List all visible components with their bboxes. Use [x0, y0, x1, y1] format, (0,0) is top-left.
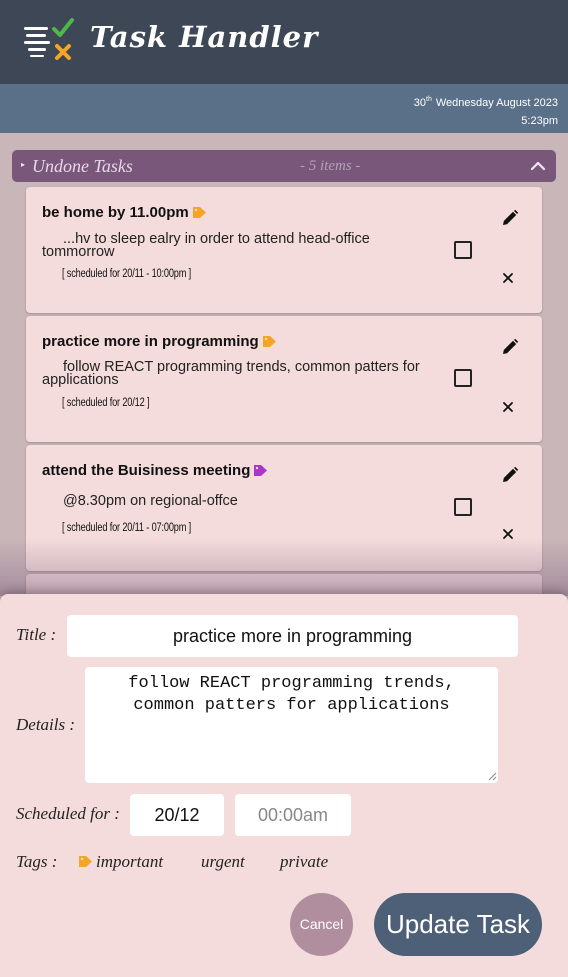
undone-tasks-section-header[interactable]: ▸ Undone Tasks - 5 items - [12, 150, 556, 182]
task-schedule: [ scheduled for 20/11 - 10:00pm ] [62, 268, 192, 280]
section-item-count: - 5 items - [300, 158, 361, 174]
close-icon[interactable] [501, 400, 515, 414]
tag-icon [254, 465, 268, 476]
task-card: practice more in programming follow REAC… [26, 316, 542, 442]
app-header: Task Handler [0, 0, 568, 84]
tag-icon [79, 856, 92, 867]
current-time: 5:23pm [521, 115, 558, 127]
tag-icon [262, 336, 276, 347]
task-title: practice more in programming [42, 333, 277, 350]
current-date: 30th Wednesday August 2023 [0, 91, 558, 112]
resize-handle-icon[interactable] [488, 772, 497, 781]
date-input[interactable]: 20/12 [130, 794, 224, 836]
task-schedule: [ scheduled for 20/11 - 07:00pm ] [62, 522, 192, 534]
title-input[interactable]: practice more in programming [67, 615, 518, 657]
details-textarea[interactable]: follow REACT programming trends, common … [85, 667, 498, 783]
task-done-checkbox[interactable] [454, 241, 472, 259]
task-title: be home by 11.00pm [42, 204, 207, 221]
date-text: Wednesday August 2023 [435, 97, 558, 109]
task-schedule: [ scheduled for 20/12 ] [62, 397, 150, 409]
tag-option-urgent[interactable]: urgent [201, 852, 245, 872]
section-bullet-icon: ▸ [21, 160, 26, 169]
tag-option-label: important [96, 852, 164, 871]
task-detail: @8.30pm on regional-offce [63, 493, 238, 509]
title-label: Title : [16, 625, 57, 644]
date-day: 30 [413, 97, 427, 109]
tag-icon [192, 207, 206, 218]
cancel-button[interactable]: Cancel [290, 893, 353, 956]
date-bar: 30th Wednesday August 2023 5:23pm [0, 84, 568, 133]
edit-pencil-icon[interactable] [501, 338, 519, 356]
task-logo-icon [24, 18, 74, 60]
chevron-up-icon[interactable] [528, 156, 548, 176]
task-done-checkbox[interactable] [454, 369, 472, 387]
task-card: attend the Buisiness meeting @8.30pm on … [26, 445, 542, 571]
edit-task-panel: Title : practice more in programming Det… [0, 594, 568, 977]
task-title-text: be home by 11.00pm [42, 204, 189, 221]
app-title: Task Handler [90, 20, 319, 54]
section-title: Undone Tasks [32, 156, 133, 176]
date-day-suffix: th [426, 96, 432, 103]
task-title: attend the Buisiness meeting [42, 462, 268, 479]
edit-pencil-icon[interactable] [501, 466, 519, 484]
tag-option-important[interactable]: important [78, 852, 163, 872]
tag-option-private[interactable]: private [280, 852, 328, 872]
edit-pencil-icon[interactable] [501, 209, 519, 227]
tags-label: Tags : [16, 852, 58, 871]
task-done-checkbox[interactable] [454, 498, 472, 516]
close-icon[interactable] [501, 527, 515, 541]
task-detail: ...hv to sleep ealry in order to attend … [42, 231, 370, 260]
task-title-text: practice more in programming [42, 333, 259, 350]
update-task-button[interactable]: Update Task [374, 893, 542, 956]
task-detail: follow REACT programming trends, common … [42, 359, 420, 388]
close-icon[interactable] [501, 271, 515, 285]
task-card: be home by 11.00pm ...hv to sleep ealry … [26, 187, 542, 313]
time-input[interactable]: 00:00am [235, 794, 351, 836]
details-label: Details : [16, 715, 76, 734]
scheduled-label: Scheduled for : [16, 804, 120, 823]
task-title-text: attend the Buisiness meeting [42, 462, 251, 479]
